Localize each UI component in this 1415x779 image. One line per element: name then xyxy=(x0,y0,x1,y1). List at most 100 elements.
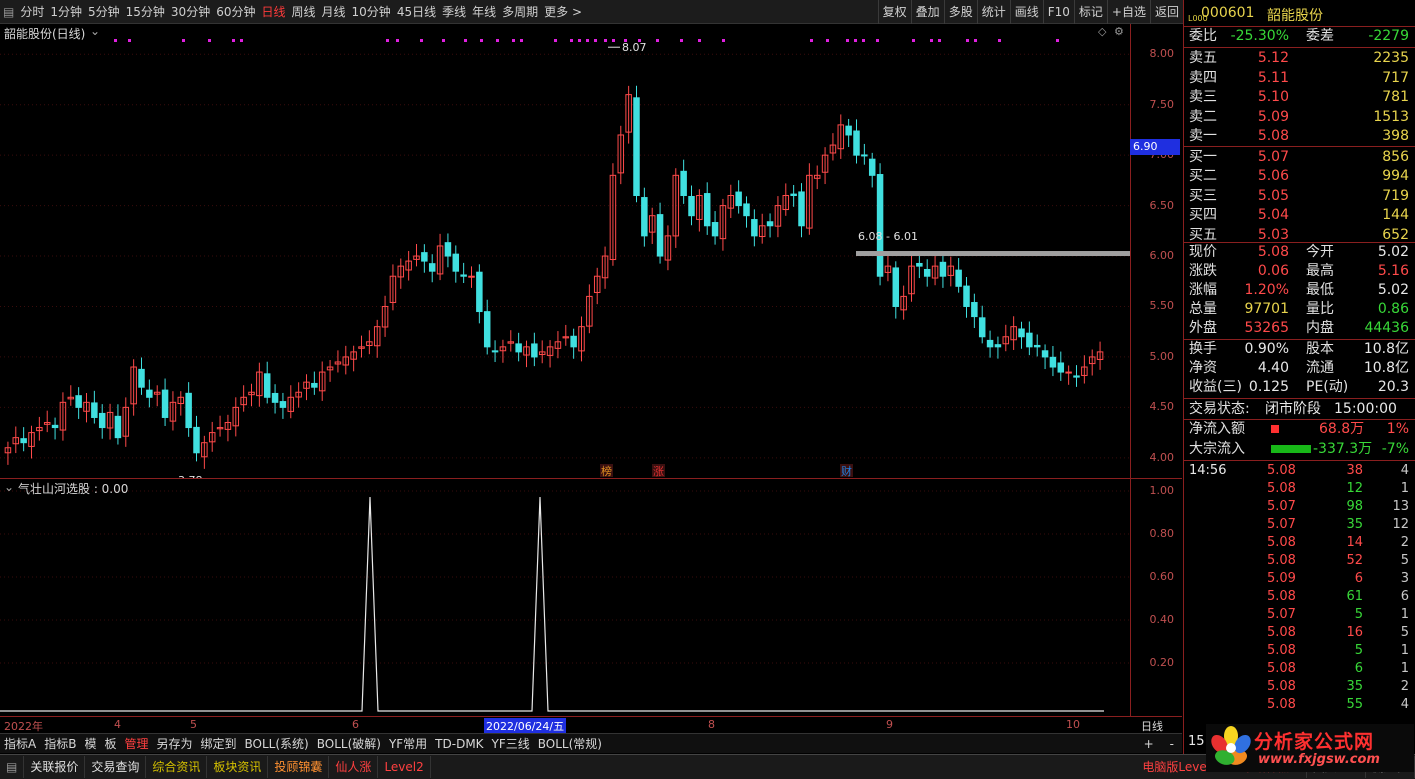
indicator-tabs: 指标A 指标B 模板管理 另存为 绑定到 BOLL(系统) BOLL(破解) YF常用 TD-D… xyxy=(0,733,1182,753)
signal-dot xyxy=(1056,39,1059,42)
orderbook-row: 买四 5.04 144 xyxy=(1189,207,1409,223)
candlestick-chart[interactable]: 6.08 - 6.018.073.78榜涨财 xyxy=(0,24,1130,478)
toolbar-button-4[interactable]: 画线 xyxy=(1009,0,1043,24)
orderbook-row: 卖五 5.12 2235 xyxy=(1189,50,1409,66)
signal-dot xyxy=(496,39,499,42)
date-tick: 2022/06/24/五 xyxy=(484,718,567,734)
indicator-tick: 0.20 xyxy=(1149,656,1175,669)
trade-status-row: 交易状态: 闭市阶段 15:00:00 xyxy=(1189,401,1397,417)
status-item-3[interactable]: 板块资讯 xyxy=(207,756,269,778)
candle-body xyxy=(892,267,900,307)
status-item-0[interactable]: 关联报价 xyxy=(24,756,86,778)
period-8[interactable]: 月线 xyxy=(319,0,349,24)
signal-dot xyxy=(846,39,849,42)
period-11[interactable]: 季线 xyxy=(439,0,469,24)
candle-body xyxy=(688,195,695,217)
period-4[interactable]: 30分钟 xyxy=(168,0,213,24)
signal-dot xyxy=(578,39,581,42)
orderbook-row: 卖二 5.09 1513 xyxy=(1189,108,1409,125)
period-1[interactable]: 1分钟 xyxy=(47,0,85,24)
indicator-tab-1[interactable]: 指标B xyxy=(40,735,80,752)
candle-body xyxy=(483,311,491,348)
period-2[interactable]: 5分钟 xyxy=(85,0,123,24)
period-0[interactable]: 分时 xyxy=(17,0,47,24)
toolbar-button-0[interactable]: 复权 xyxy=(877,0,911,24)
chevron-down-icon[interactable]: ⌄ xyxy=(90,24,100,38)
minus-button[interactable]: - xyxy=(1162,737,1182,751)
indicator-tab-2[interactable]: 模 xyxy=(80,735,100,752)
tick-row: 5.07 5 1 xyxy=(1267,607,1409,622)
toolbar-button-3[interactable]: 统计 xyxy=(976,0,1010,24)
candle-body xyxy=(703,193,711,227)
signal-dot xyxy=(512,39,515,42)
toolbar-button-8[interactable]: 返回 xyxy=(1149,0,1183,24)
candle-body xyxy=(98,412,106,429)
indicator-tab-11[interactable]: YF三线 xyxy=(488,735,534,752)
period-10[interactable]: 45日线 xyxy=(394,0,439,24)
indicator-tab-3[interactable]: 板 xyxy=(100,735,120,752)
toolbar-button-5[interactable]: F10 xyxy=(1042,0,1074,24)
menu-icon[interactable]: ▤ xyxy=(0,0,17,24)
period-7[interactable]: 周线 xyxy=(289,0,319,24)
period-12[interactable]: 年线 xyxy=(469,0,499,24)
candle-body xyxy=(868,158,876,176)
plus-button[interactable]: + xyxy=(1136,737,1162,751)
period-3[interactable]: 15分钟 xyxy=(123,0,168,24)
date-tick: 10 xyxy=(1066,718,1080,731)
signal-dot xyxy=(680,39,683,42)
diamond-icon[interactable]: ◇ xyxy=(1098,25,1106,38)
candle-body xyxy=(735,191,742,207)
indicator-tab-4[interactable]: 管理 xyxy=(120,735,152,752)
signal-dot xyxy=(586,39,589,42)
candle-body xyxy=(1065,371,1072,374)
status-item-1[interactable]: 交易查询 xyxy=(85,756,147,778)
status-item-6[interactable]: Level2 xyxy=(378,756,431,778)
status-item-4[interactable]: 投顾锦囊 xyxy=(268,756,330,778)
indicator-tab-12[interactable]: BOLL(常规) xyxy=(534,735,606,752)
stock-name: 韶能股份 xyxy=(1267,8,1323,24)
orderbook-row: 买三 5.05 719 xyxy=(1189,187,1409,204)
signal-dot xyxy=(114,39,117,42)
candle-body xyxy=(1018,328,1025,338)
signal-dot xyxy=(638,39,641,42)
candle-body xyxy=(185,392,192,429)
candle-body xyxy=(845,125,852,136)
period-5[interactable]: 60分钟 xyxy=(213,0,258,24)
tick-row: 5.08 35 2 xyxy=(1267,679,1409,694)
period-14[interactable]: 更多 > xyxy=(541,0,585,24)
signal-dot xyxy=(594,39,597,42)
period-13[interactable]: 多周期 xyxy=(499,0,541,24)
period-6[interactable]: 日线 xyxy=(258,0,288,24)
toolbar-right-group: 复权 叠加 多股 统计 画线 F10 标记 +自选 返回 xyxy=(877,0,1183,24)
toolbar-button-2[interactable]: 多股 xyxy=(943,0,977,24)
candle-body xyxy=(491,350,499,353)
status-item-2[interactable]: 综合资讯 xyxy=(146,756,208,778)
weibi-row: 委比 -25.30% 委差 -2279 xyxy=(1189,28,1409,44)
candle-body xyxy=(1057,362,1065,373)
gear-icon[interactable]: ⚙ xyxy=(1114,25,1124,38)
signal-dot xyxy=(520,39,523,42)
indicator-tab-0[interactable]: 指标A xyxy=(0,735,40,752)
status-menu-icon[interactable]: ▤ xyxy=(0,756,25,778)
date-tick: 4 xyxy=(114,718,121,731)
indicator-tab-10[interactable]: TD-DMK xyxy=(431,737,487,751)
indicator-chart[interactable] xyxy=(0,479,1130,716)
period-9[interactable]: 10分钟 xyxy=(349,0,394,24)
watermark-url: www.fxjgsw.com xyxy=(1258,752,1380,767)
candle-body xyxy=(468,275,475,278)
range-label: 6.08 - 6.01 xyxy=(858,230,918,243)
tick-row: 5.08 61 6 xyxy=(1267,589,1409,604)
chevron-down-icon[interactable]: ⌄ xyxy=(4,480,14,494)
candle-body xyxy=(161,389,169,418)
indicator-tab-5[interactable]: 另存为 xyxy=(153,735,197,752)
indicator-tab-7[interactable]: BOLL(系统) xyxy=(241,735,313,752)
indicator-tab-8[interactable]: BOLL(破解) xyxy=(313,735,385,752)
toolbar-button-6[interactable]: 标记 xyxy=(1073,0,1107,24)
orderbook-row: 卖四 5.11 717 xyxy=(1189,69,1409,86)
indicator-tab-9[interactable]: YF常用 xyxy=(385,735,431,752)
status-item-5[interactable]: 仙人涨 xyxy=(329,756,379,778)
toolbar-button-1[interactable]: 叠加 xyxy=(910,0,944,24)
indicator-tab-6[interactable]: 绑定到 xyxy=(197,735,241,752)
candle-body xyxy=(876,174,884,277)
toolbar-button-7[interactable]: +自选 xyxy=(1106,0,1150,24)
